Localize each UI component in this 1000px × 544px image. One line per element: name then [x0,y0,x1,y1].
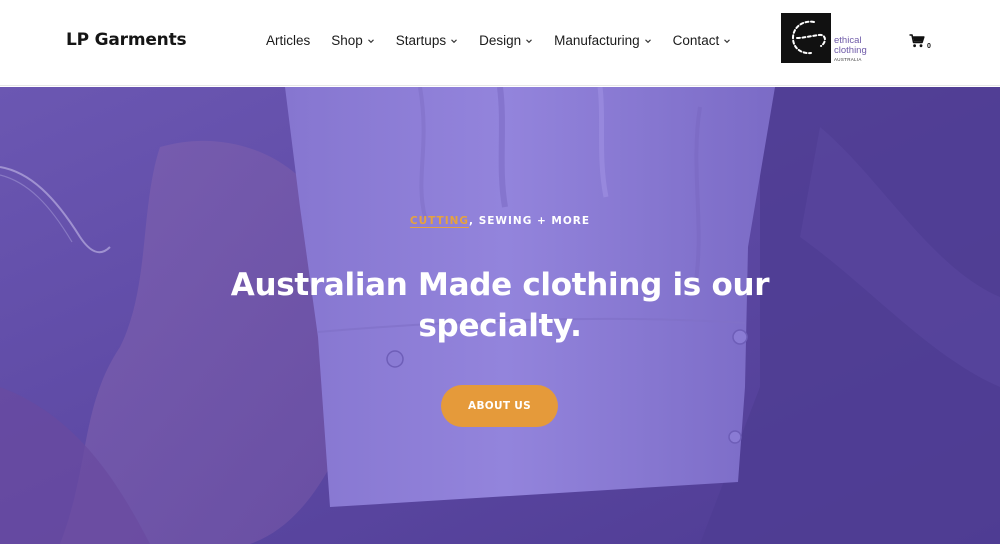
site-header: LP Garments Articles Shop Startups Desig… [0,0,1000,86]
kicker-accent: CUTTING [409,215,470,227]
cart-button[interactable]: 0 [909,34,935,54]
hero-section: CUTTING, SEWING + MORE Australian Made c… [0,87,1000,544]
ethical-clothing-australia-logo[interactable]: ethical clothing AUSTRALIA [781,13,881,65]
stitched-e-icon [791,20,826,55]
cart-icon [909,34,925,48]
nav-item-label: Manufacturing [554,33,640,48]
chevron-down-icon [724,38,731,43]
nav-item-label: Design [479,33,522,48]
nav-item-shop[interactable]: Shop [331,33,375,48]
about-us-button[interactable]: ABOUT US [441,385,558,427]
nav-item-label: Articles [266,33,311,48]
nav-item-design[interactable]: Design [479,33,533,48]
chevron-down-icon [451,38,457,43]
cart-count: 0 [927,43,931,50]
logo-mark [781,13,831,63]
kicker-rest: , SEWING + MORE [469,215,591,227]
nav-item-contact[interactable]: Contact [673,33,732,48]
logo-subtext: AUSTRALIA [834,57,862,62]
nav-item-label: Shop [331,33,363,48]
logo-text: ethical clothing [834,36,867,56]
chevron-down-icon [367,38,374,43]
nav-item-label: Contact [672,33,720,48]
nav-item-articles[interactable]: Articles [266,33,310,48]
chevron-down-icon [644,38,651,43]
nav-item-label: Startups [395,33,447,48]
nav-item-startups[interactable]: Startups [396,33,458,48]
nav-item-manufacturing[interactable]: Manufacturing [554,33,652,48]
site-logo[interactable]: LP Garments [66,30,187,50]
main-nav: Articles Shop Startups Design Manufactur… [266,33,752,48]
chevron-down-icon [526,38,532,43]
logo-line-2: clothing [834,45,867,56]
hero-kicker: CUTTING, SEWING + MORE [0,215,1000,227]
hero-headline: Australian Made clothing is our specialt… [230,267,770,344]
